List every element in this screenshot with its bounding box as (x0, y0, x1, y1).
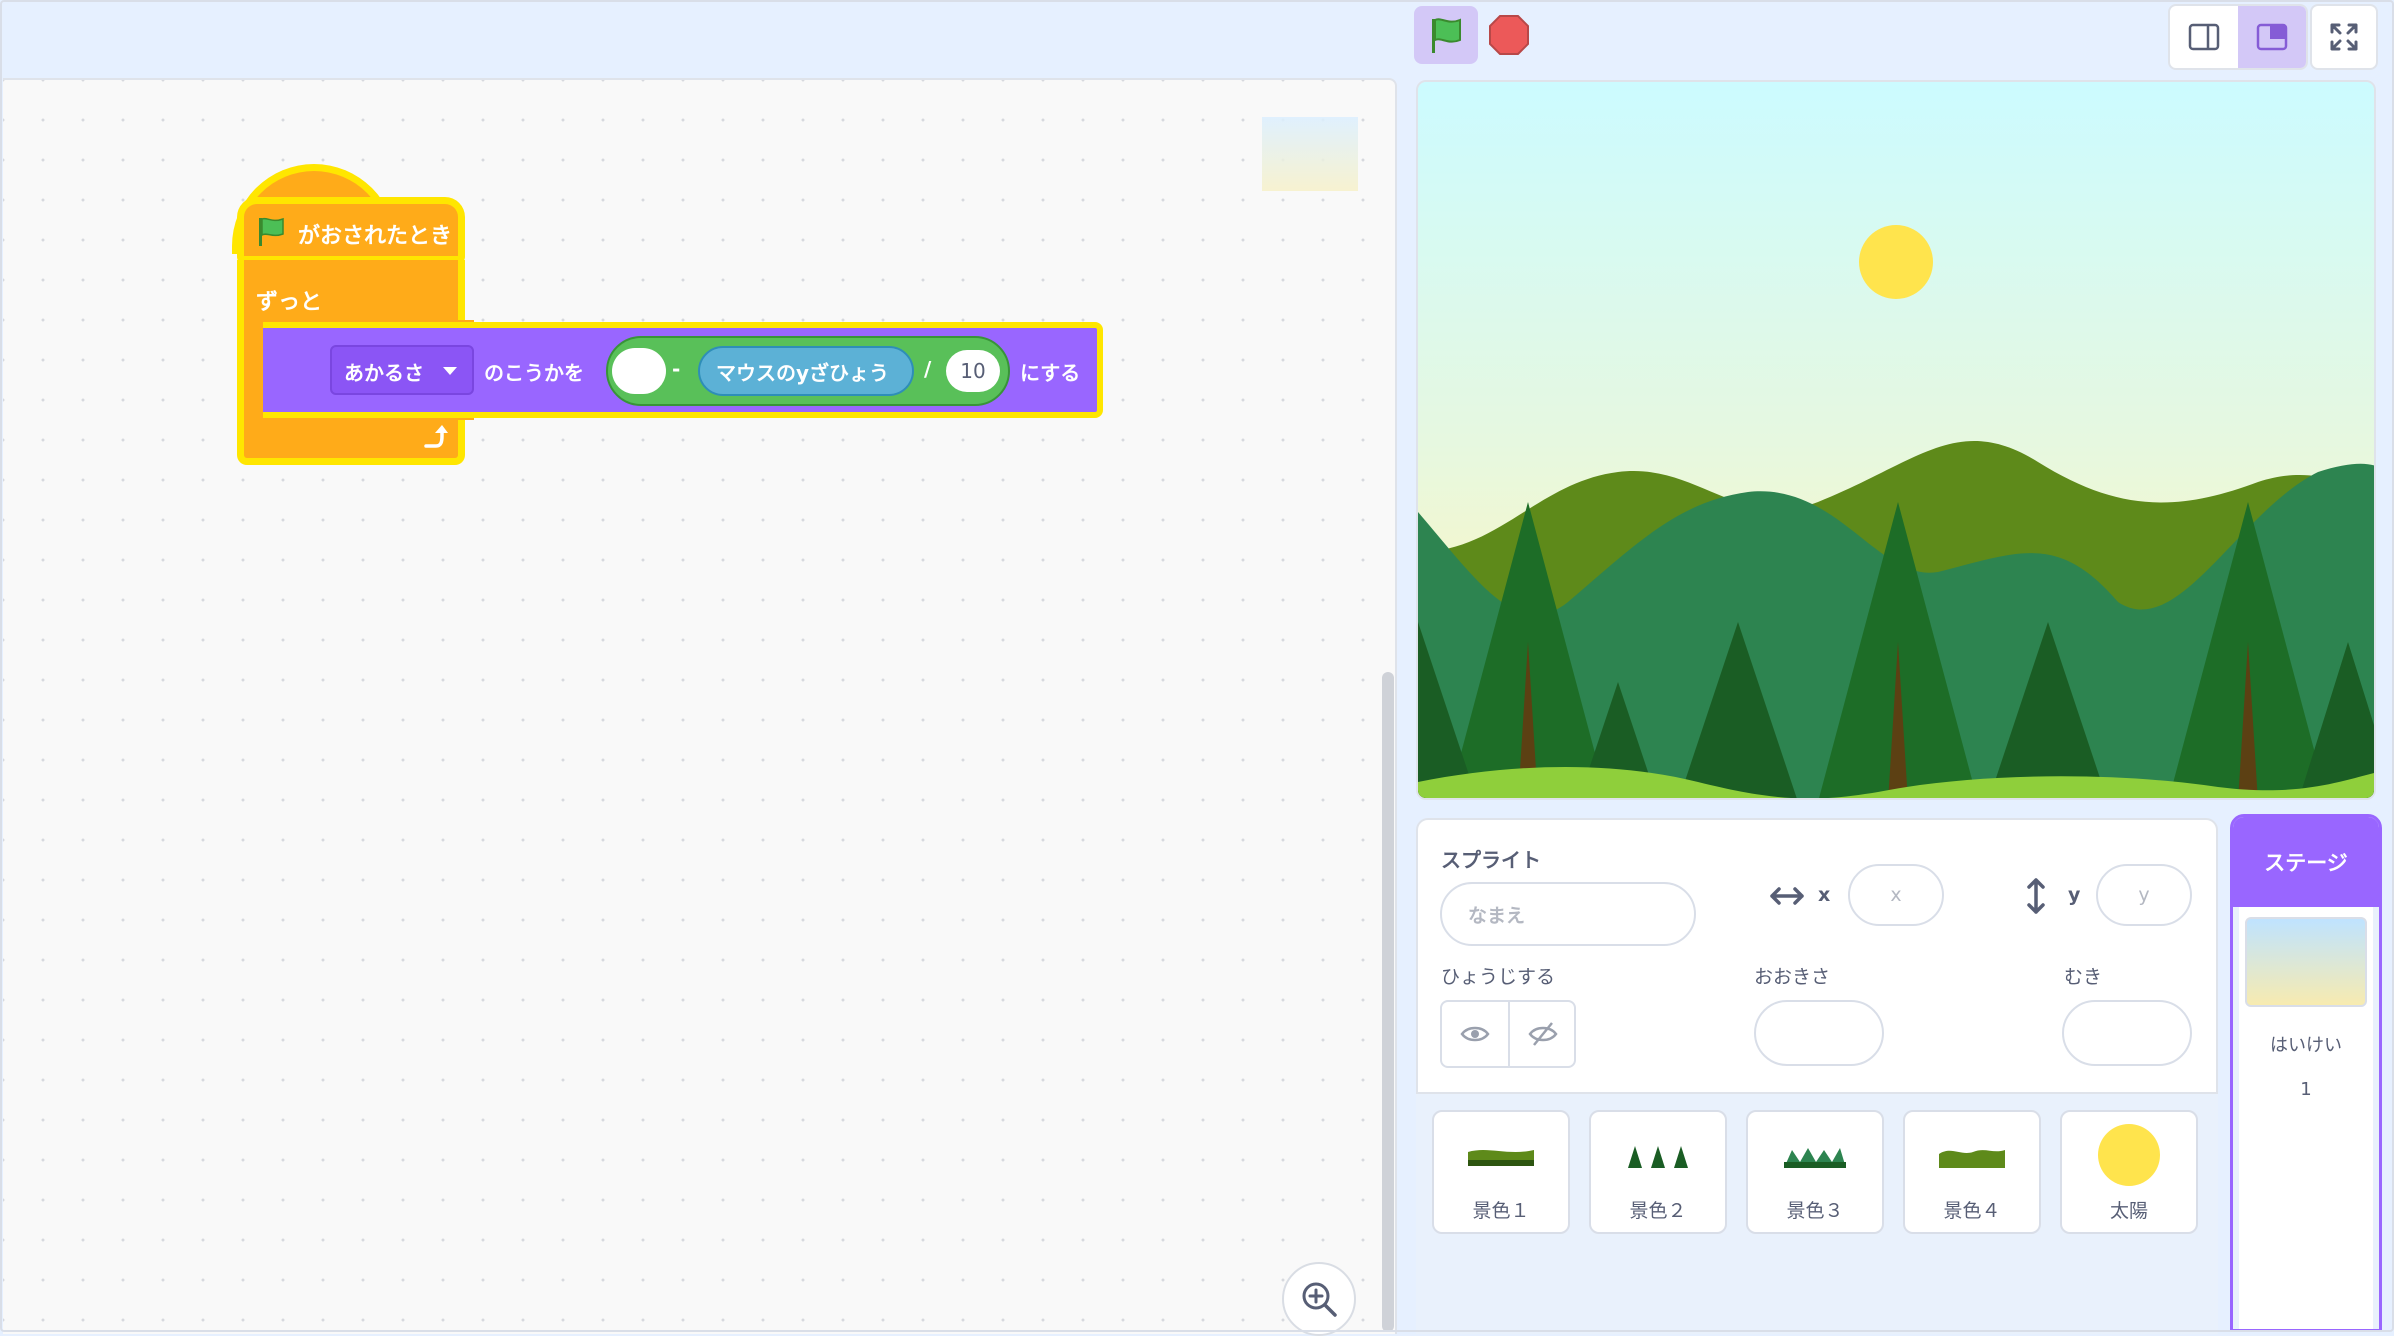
x-position-input[interactable]: x (1848, 864, 1944, 926)
visibility-toggle (1440, 1000, 1576, 1068)
green-flag-button[interactable] (1414, 6, 1478, 64)
sprite-thumbnail (1434, 1134, 1568, 1184)
hide-button[interactable] (1510, 1002, 1576, 1066)
sprite-tile[interactable]: 景色３ (1746, 1110, 1884, 1234)
sprite-tile[interactable]: 太陽 (2060, 1110, 2198, 1234)
stage-canvas[interactable] (1416, 80, 2376, 800)
sprite-panel-title: スプライト (1441, 848, 1541, 872)
eye-crossed-icon (1528, 1022, 1558, 1046)
zoom-in-icon (1302, 1282, 1337, 1317)
sprite-thumbnail (2062, 1120, 2196, 1190)
divisor-input[interactable]: 10 (946, 350, 1000, 392)
sprite-name-input[interactable]: なまえ (1440, 882, 1696, 946)
stage-scene (1418, 82, 2374, 798)
minus-sign: - (672, 357, 681, 381)
sprite-name: 景色１ (1472, 1200, 1530, 1222)
x-label: x (1818, 884, 1831, 906)
sprite-thumbnail (1748, 1134, 1882, 1184)
green-flag-icon (1432, 18, 1461, 53)
large-stage-button[interactable] (2238, 6, 2306, 68)
code-workspace[interactable] (3, 78, 1397, 1334)
workspace-minimap (1262, 117, 1358, 191)
vertical-arrows-icon (2027, 878, 2045, 914)
horizontal-arrows-icon (1770, 887, 1804, 905)
sun-sprite (1859, 225, 1933, 299)
stage-size-toggle (2168, 4, 2308, 70)
size-label: おおきさ (1754, 966, 1831, 988)
fullscreen-icon (2330, 23, 2358, 51)
stop-button[interactable] (1486, 12, 1532, 58)
dropdown-arrow-icon[interactable] (442, 366, 458, 376)
stop-icon (1489, 15, 1529, 55)
backdrop-thumbnail (2245, 917, 2367, 1007)
small-stage-button[interactable] (2170, 6, 2238, 68)
eye-icon (1460, 1026, 1490, 1042)
direction-input[interactable] (2062, 1000, 2192, 1066)
show-button[interactable] (1442, 1002, 1510, 1066)
sprite-name: 景色４ (1943, 1200, 2001, 1222)
divide-sign: / (924, 357, 932, 381)
looks-block-end-text: にする (1020, 361, 1081, 385)
sprite-tile[interactable]: 景色４ (1903, 1110, 2041, 1234)
empty-number-slot[interactable] (612, 348, 666, 394)
hat-block-label: がおされたとき (298, 224, 453, 249)
loop-arrow-icon (424, 425, 448, 448)
fullscreen-button[interactable] (2310, 4, 2378, 70)
looks-block-middle-text: のこうかを (484, 361, 584, 385)
sprite-thumbnail (1591, 1134, 1725, 1184)
effect-dropdown-value: あかるさ (344, 361, 424, 385)
backdrops-label: はいけい (2270, 1035, 2342, 1056)
workspace-scrollbar[interactable] (1382, 672, 1394, 1332)
green-flag-icon (259, 217, 284, 246)
sprite-thumbnail (1905, 1134, 2039, 1184)
stage-selector-header: ステージ (2233, 817, 2379, 907)
y-label: y (2068, 884, 2081, 906)
forever-block-label: ずっと (256, 290, 323, 315)
y-position-input[interactable]: y (2096, 864, 2192, 926)
sprite-tile[interactable]: 景色１ (1432, 1110, 1570, 1234)
mouse-y-label: マウスのyざひょう (716, 361, 890, 385)
sprite-name: 景色３ (1786, 1200, 1844, 1222)
sprite-name: 景色２ (1629, 1200, 1687, 1222)
small-stage-icon (2188, 23, 2220, 51)
backdrop-count: 1 (2300, 1079, 2312, 1100)
sprite-tile[interactable]: 景色２ (1589, 1110, 1727, 1234)
sprite-name: 太陽 (2109, 1200, 2148, 1222)
stage-selector[interactable]: ステージ はいけい 1 (2230, 814, 2382, 1332)
large-stage-icon (2256, 23, 2288, 51)
stage-header (0, 0, 2394, 78)
direction-label: むき (2064, 966, 2103, 988)
show-label: ひょうじする (1441, 966, 1556, 988)
size-input[interactable] (1754, 1000, 1884, 1066)
zoom-in-button[interactable] (1282, 1262, 1356, 1336)
